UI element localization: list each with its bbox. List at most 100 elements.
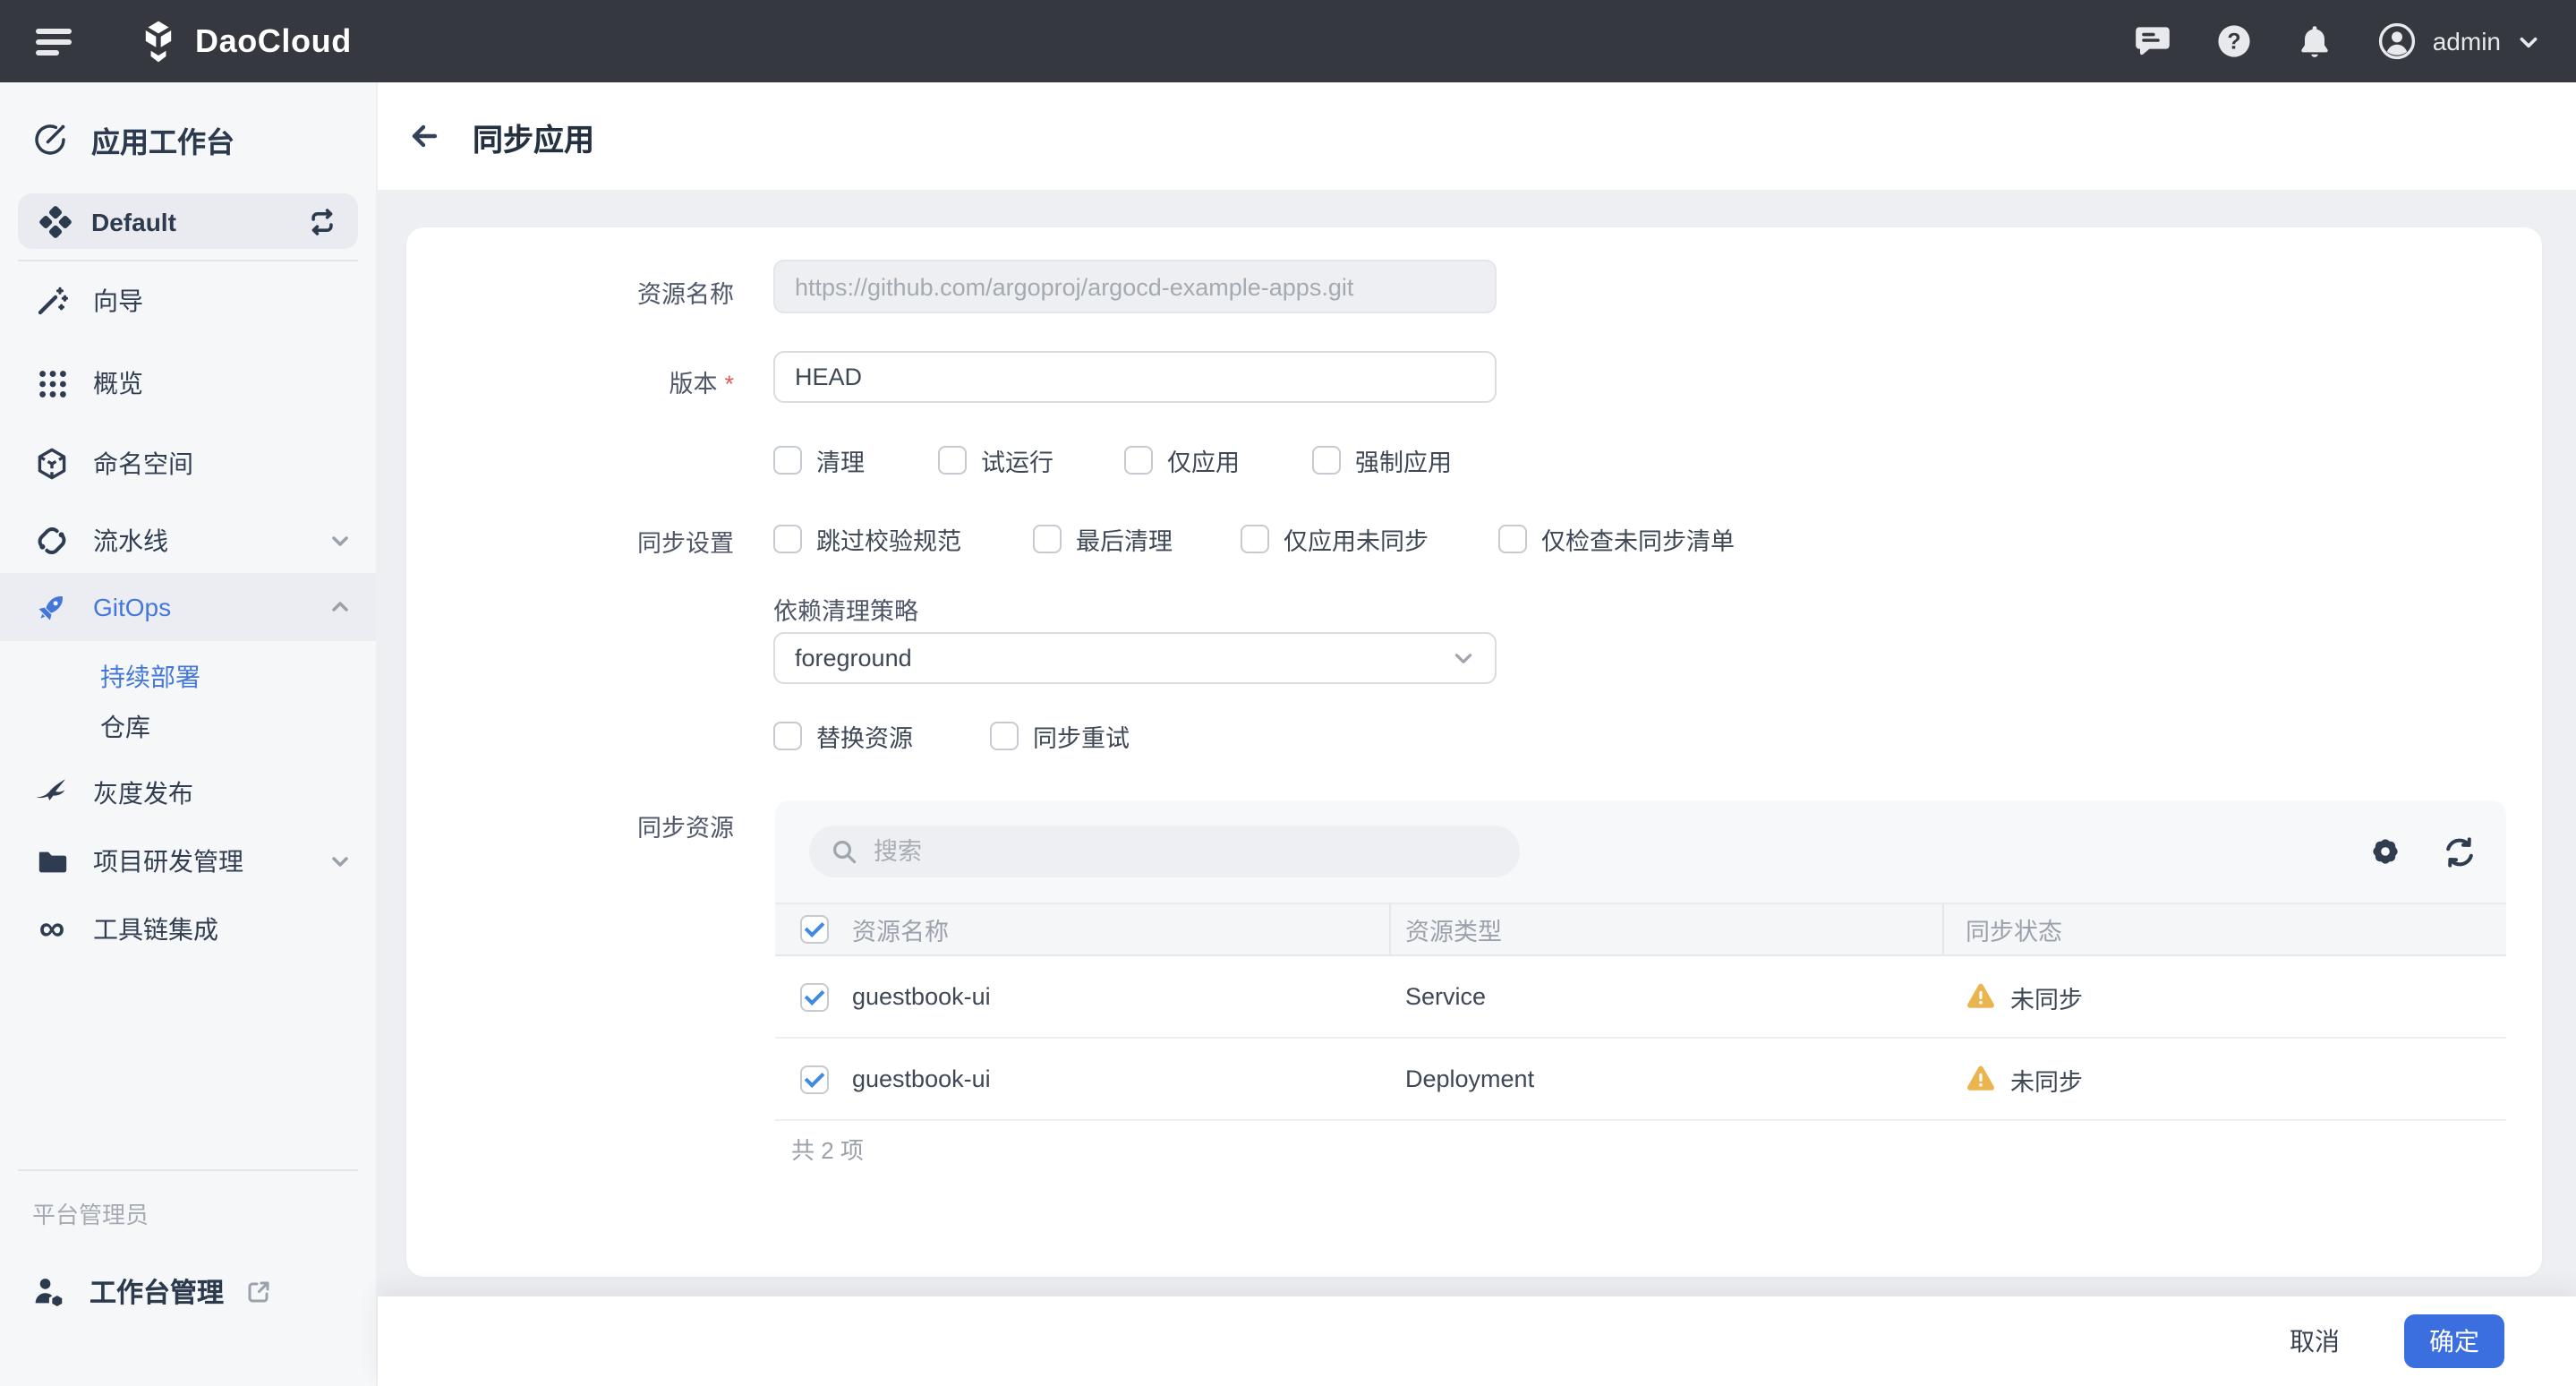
sidebar-item-label: 持续部署	[100, 659, 200, 695]
bird-icon	[34, 775, 70, 811]
sidebar-item-label: 仓库	[100, 709, 150, 745]
cancel-button[interactable]: 取消	[2279, 1322, 2350, 1361]
pipeline-icon	[34, 523, 70, 559]
version-input[interactable]	[773, 351, 1497, 403]
back-button[interactable]	[406, 118, 442, 154]
notifications-icon[interactable]	[2297, 22, 2333, 60]
prune-policy-select[interactable]: foreground	[773, 632, 1497, 684]
sidebar-item-canary-release[interactable]: 灰度发布	[0, 759, 376, 827]
brand-name: DaoCloud	[195, 22, 352, 60]
sidebar-item-continuous-deploy[interactable]: 持续部署	[0, 652, 376, 702]
column-header: 同步状态	[1966, 911, 2062, 947]
username: admin	[2433, 27, 2501, 56]
sidebar-item-namespace[interactable]: 命名空间	[0, 430, 376, 498]
rocket-icon	[34, 589, 70, 625]
compose-icon	[32, 118, 68, 161]
option-sync-retry[interactable]: 同步重试	[990, 718, 1130, 754]
option-prune[interactable]: 清理	[773, 442, 865, 478]
checkbox	[773, 722, 802, 750]
prune-policy-value: foreground	[795, 645, 912, 672]
refresh-icon[interactable]	[2442, 834, 2478, 869]
sidebar-item-overview[interactable]: 概览	[0, 349, 376, 417]
warning-icon	[1966, 1065, 1996, 1092]
chevron-down-icon	[329, 530, 351, 552]
sync-settings-label: 同步设置	[637, 523, 734, 559]
total-count: 共 2 项	[791, 1132, 864, 1166]
option-replace-resource[interactable]: 替换资源	[773, 718, 913, 754]
menu-icon[interactable]	[36, 22, 72, 60]
feedback-icon[interactable]	[2134, 23, 2171, 59]
brand-logo[interactable]: DaoCloud	[138, 19, 352, 64]
confirm-button[interactable]: 确定	[2404, 1314, 2504, 1368]
checkbox	[1124, 446, 1153, 475]
row-checkbox[interactable]	[800, 982, 829, 1011]
sidebar-divider	[18, 260, 358, 261]
avatar	[2377, 21, 2417, 61]
resource-name: guestbook-ui	[852, 1065, 991, 1092]
topbar-actions: ? admin	[2134, 21, 2576, 61]
option-dry-run[interactable]: 试运行	[938, 442, 1053, 478]
row-checkbox[interactable]	[800, 1065, 829, 1093]
option-apply-only[interactable]: 仅应用	[1124, 442, 1240, 478]
table-header: 资源名称 资源类型 同步状态	[775, 903, 2506, 956]
top-bar: DaoCloud ? admin	[0, 0, 2576, 82]
sync-resources-label: 同步资源	[637, 808, 734, 843]
checkbox	[1498, 525, 1527, 553]
sidebar-item-workbench-admin[interactable]: 工作台管理	[0, 1266, 376, 1316]
sidebar-item-label: 概览	[93, 365, 351, 401]
sidebar-item-label: 向导	[93, 283, 351, 319]
checkbox	[773, 525, 802, 553]
column-header: 资源类型	[1405, 911, 1502, 947]
option-apply-out-of-sync-only[interactable]: 仅应用未同步	[1241, 521, 1429, 557]
sidebar-item-toolchain[interactable]: ∞ 工具链集成	[0, 895, 376, 963]
back-arrow-icon	[406, 118, 442, 154]
option-check-unsynced-manifest[interactable]: 仅检查未同步清单	[1498, 521, 1735, 557]
user-menu[interactable]: admin	[2377, 21, 2540, 61]
warning-icon	[1966, 983, 1996, 1010]
workspace-title: 应用工作台	[91, 118, 235, 161]
sync-app-card: 资源名称 版本* 清理 试运行 仅应用 强制应用 同步设置 跳过校验规范 最后清…	[406, 227, 2542, 1277]
role-label: 平台管理员	[32, 1196, 149, 1230]
select-all-checkbox[interactable]	[800, 915, 829, 944]
search-icon	[831, 838, 857, 865]
settings-icon[interactable]	[2368, 834, 2402, 868]
workspace-header: 应用工作台	[32, 118, 235, 161]
prune-policy-label: 依赖清理策略	[773, 591, 918, 627]
chevron-up-icon	[329, 596, 351, 618]
app-window: DaoCloud ? admin	[0, 0, 2576, 1386]
version-label: 版本*	[669, 364, 734, 399]
option-skip-schema-validation[interactable]: 跳过校验规范	[773, 521, 961, 557]
grid-icon	[34, 366, 70, 400]
checkbox	[1033, 525, 1062, 553]
search-box[interactable]	[809, 826, 1520, 877]
column-header: 资源名称	[852, 911, 949, 947]
switch-workspace-icon[interactable]	[306, 205, 338, 237]
option-prune-last[interactable]: 最后清理	[1033, 521, 1173, 557]
table-row[interactable]: guestbook-ui Service 未同步	[775, 956, 2506, 1039]
workspace-selector[interactable]: Default	[18, 193, 358, 249]
table-row[interactable]: guestbook-ui Deployment 未同步	[775, 1039, 2506, 1121]
sidebar-item-gitops[interactable]: GitOps	[0, 573, 376, 641]
resource-type: Deployment	[1405, 1065, 1534, 1092]
sidebar-item-pipeline[interactable]: 流水线	[0, 507, 376, 575]
help-icon[interactable]: ?	[2216, 23, 2252, 59]
table-actions	[2368, 800, 2478, 903]
search-input[interactable]	[870, 836, 1498, 867]
checkbox	[1312, 446, 1341, 475]
action-bar: 取消 确定	[378, 1296, 2576, 1386]
resource-name-label: 资源名称	[637, 274, 734, 310]
resource-name: guestbook-ui	[852, 983, 991, 1010]
sidebar-item-repository[interactable]: 仓库	[0, 702, 376, 752]
person-cube-icon	[32, 1274, 68, 1308]
resources-table: 资源名称 资源类型 同步状态 guestbook-ui Service 未同步	[775, 903, 2506, 1121]
sidebar-item-label: 工具链集成	[93, 911, 351, 947]
sidebar-item-wizard[interactable]: 向导	[0, 267, 376, 335]
sidebar-item-label: 命名空间	[93, 446, 351, 482]
sidebar-item-project-management[interactable]: 项目研发管理	[0, 827, 376, 895]
sidebar-item-label: 流水线	[93, 523, 306, 559]
svg-text:?: ?	[2227, 29, 2240, 54]
required-asterisk: *	[724, 371, 734, 398]
sidebar-item-label: 灰度发布	[93, 775, 351, 811]
option-force-apply[interactable]: 强制应用	[1312, 442, 1452, 478]
workspace-name: Default	[91, 207, 288, 235]
